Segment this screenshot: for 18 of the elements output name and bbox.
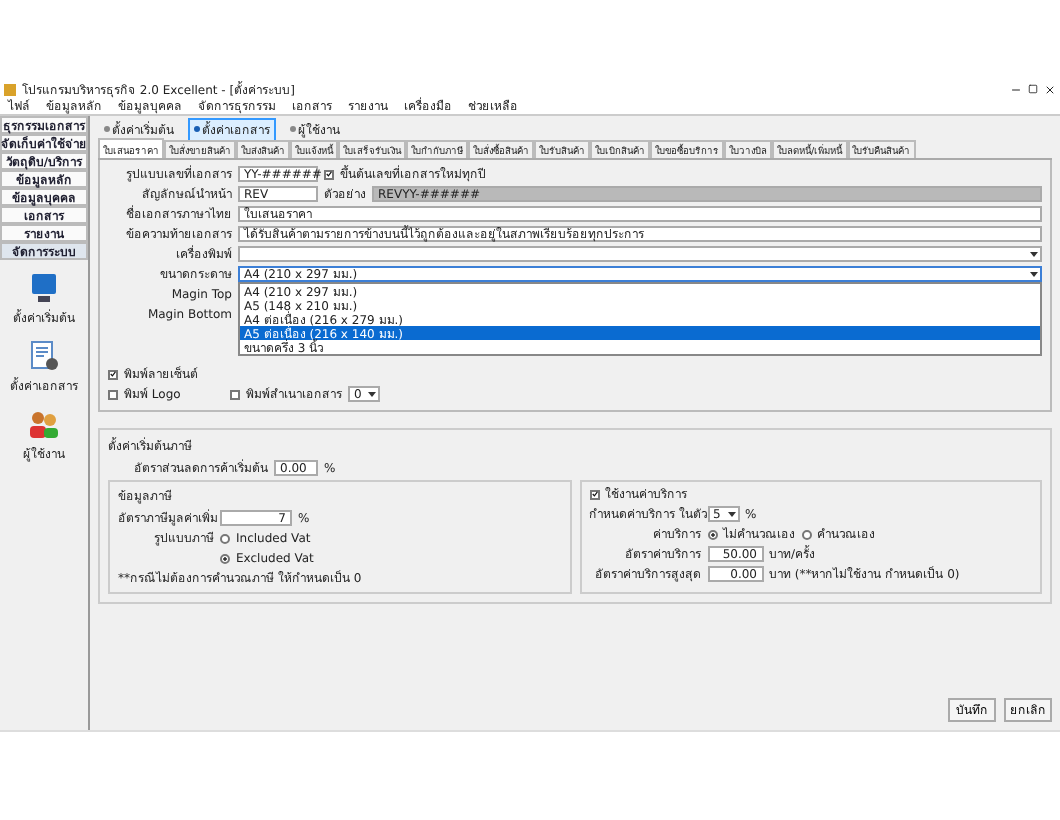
caret-icon: [366, 388, 378, 400]
radio-button[interactable]: [707, 529, 717, 539]
users-icon: [28, 408, 60, 440]
close-icon[interactable]: [1044, 83, 1056, 95]
radio-button[interactable]: [220, 533, 230, 543]
checkbox[interactable]: [589, 489, 599, 499]
checkbox[interactable]: [108, 389, 118, 399]
checkbox[interactable]: [324, 169, 334, 179]
minimize-icon[interactable]: [1010, 83, 1022, 95]
app-icon: [4, 83, 16, 95]
document-gear-icon: [28, 340, 60, 372]
computer-icon: [28, 272, 60, 304]
caret-icon: [725, 508, 737, 520]
radio-button[interactable]: [220, 553, 230, 563]
checkbox[interactable]: [108, 369, 118, 379]
maximize-icon[interactable]: [1028, 84, 1038, 94]
checkbox[interactable]: [230, 389, 240, 399]
radio-button[interactable]: [801, 529, 811, 539]
